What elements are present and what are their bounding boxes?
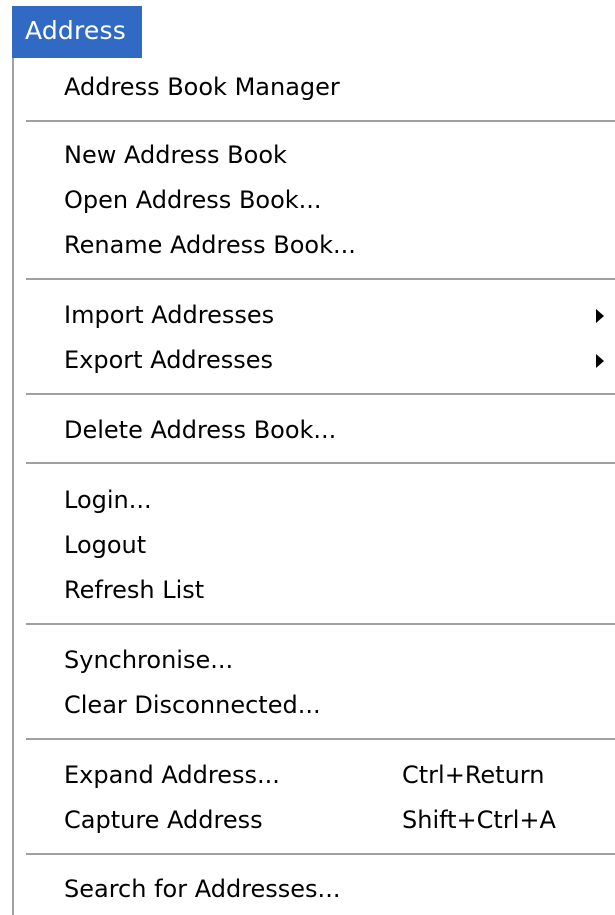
menu-item-label: Synchronise...	[64, 646, 234, 674]
menu-item-label: New Address Book	[64, 141, 287, 169]
menu-item-search-for-addresses[interactable]: Search for Addresses...	[14, 868, 615, 910]
menu-item-new-address-book[interactable]: New Address Book	[14, 134, 615, 176]
menu-item-label: Delete Address Book...	[64, 416, 337, 444]
menu-item-login[interactable]: Login...	[14, 479, 615, 521]
menu-item-label: Export Addresses	[64, 346, 274, 374]
menu-item-label: Rename Address Book...	[64, 231, 356, 259]
menu-item-address-book-manager[interactable]: Address Book Manager	[14, 66, 615, 108]
menu-item-label: Login...	[64, 486, 152, 514]
menu-item-capture-address[interactable]: Capture Address Shift+Ctrl+A	[14, 799, 615, 841]
menu-separator	[26, 278, 615, 281]
menu-item-delete-address-book[interactable]: Delete Address Book...	[14, 409, 615, 451]
menu-item-expand-address[interactable]: Expand Address... Ctrl+Return	[14, 754, 615, 796]
address-menu-title[interactable]: Address	[12, 6, 142, 58]
shortcut-label: Shift+Ctrl+A	[402, 806, 556, 834]
menu-item-label: Expand Address...	[64, 761, 280, 789]
menu-item-export-addresses[interactable]: Export Addresses	[14, 339, 615, 381]
menu-separator	[26, 393, 615, 396]
menu-item-synchronise[interactable]: Synchronise...	[14, 639, 615, 681]
menu-item-label: Open Address Book...	[64, 186, 322, 214]
menu-item-label: Address Book Manager	[64, 73, 340, 101]
menu-item-label: Refresh List	[64, 576, 205, 604]
menu-item-label: Capture Address	[64, 806, 263, 834]
submenu-arrow-icon	[596, 309, 604, 323]
menu-separator	[26, 120, 615, 123]
menu-item-rename-address-book[interactable]: Rename Address Book...	[14, 224, 615, 266]
address-dropdown-menu: Address Book Manager New Address Book Op…	[12, 58, 615, 915]
menu-item-label: Logout	[64, 531, 147, 559]
menu-item-import-addresses[interactable]: Import Addresses	[14, 294, 615, 336]
menu-item-open-address-book[interactable]: Open Address Book...	[14, 179, 615, 221]
menu-item-logout[interactable]: Logout	[14, 524, 615, 566]
menu-separator	[26, 623, 615, 626]
shortcut-label: Ctrl+Return	[402, 761, 545, 789]
menu-item-label: Import Addresses	[64, 301, 275, 329]
menu-item-label: Search for Addresses...	[64, 875, 341, 903]
menu-separator	[26, 738, 615, 741]
menu-separator	[26, 462, 615, 465]
menu-item-refresh-list[interactable]: Refresh List	[14, 569, 615, 611]
menu-item-label: Clear Disconnected...	[64, 691, 321, 719]
menu-item-clear-disconnected[interactable]: Clear Disconnected...	[14, 684, 615, 726]
submenu-arrow-icon	[596, 354, 604, 368]
menu-bar: Address	[0, 0, 615, 58]
menu-separator	[26, 853, 615, 856]
